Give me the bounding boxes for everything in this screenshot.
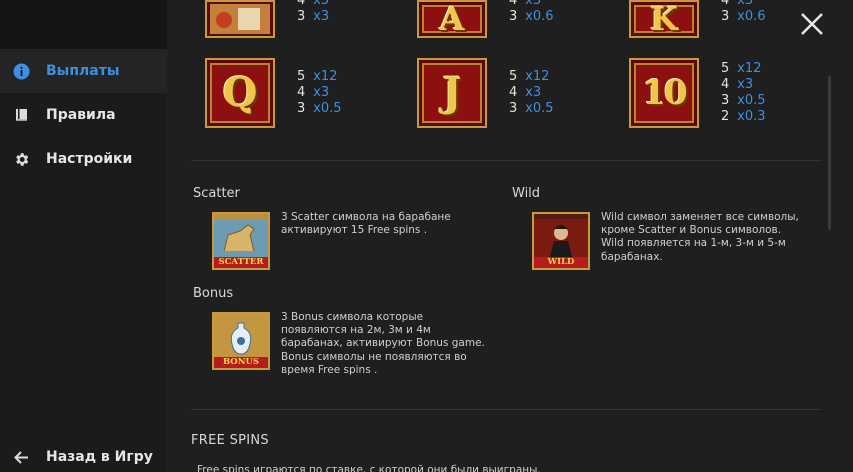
sidebar-item-payouts[interactable]: Выплаты bbox=[0, 49, 167, 93]
bonus-title: Bonus bbox=[193, 286, 234, 301]
close-icon bbox=[801, 13, 823, 35]
scatter-description: 3 Scatter символа на барабане активируют… bbox=[281, 211, 451, 237]
sidebar-item-label: Настройки bbox=[46, 151, 133, 167]
bonus-symbol: BONUS bbox=[212, 312, 270, 370]
symbol-J: J bbox=[417, 58, 487, 128]
paytable-Q: 5 x12 4 x3 3 x0.5 bbox=[297, 69, 342, 116]
back-to-game-button[interactable]: Назад в Игру bbox=[0, 435, 167, 472]
book-icon bbox=[13, 107, 30, 124]
divider bbox=[191, 160, 822, 161]
bonus-badge: BONUS bbox=[214, 357, 268, 368]
scatter-title: Scatter bbox=[193, 186, 240, 201]
back-to-game-label: Назад в Игру bbox=[46, 449, 153, 465]
scatter-badge: SCATTER bbox=[214, 257, 268, 268]
free-spins-title: FREE SPINS bbox=[191, 433, 269, 448]
warrior-icon bbox=[534, 219, 588, 257]
wild-symbol: WILD bbox=[532, 212, 590, 270]
paytable-10: 5 x12 4 x3 3 x0.5 2 x0.3 bbox=[721, 61, 766, 124]
sidebar: Выплаты Правила Настройки Назад в Игру bbox=[0, 0, 167, 472]
paytable-top-1: 4 x5 3 x3 bbox=[297, 0, 330, 24]
paytable-top-3: 4 x3 3 x0.6 bbox=[721, 0, 766, 24]
paytable-screen: Выплаты Правила Настройки Назад в Игру 4… bbox=[0, 0, 853, 472]
sidebar-item-settings[interactable]: Настройки bbox=[0, 137, 167, 181]
wild-title: Wild bbox=[512, 186, 541, 201]
arrow-left-icon bbox=[13, 449, 30, 466]
sidebar-item-rules[interactable]: Правила bbox=[0, 93, 167, 137]
wall-picture-icon bbox=[210, 4, 270, 34]
sidebar-header bbox=[0, 0, 167, 49]
paytable-J: 5 x12 4 x3 3 x0.5 bbox=[509, 69, 554, 116]
wild-badge: WILD bbox=[534, 257, 588, 268]
vase-icon bbox=[214, 319, 268, 357]
scatter-symbol: SCATTER bbox=[212, 212, 270, 270]
sidebar-item-label: Правила bbox=[46, 107, 116, 123]
horse-icon bbox=[214, 219, 268, 257]
symbol-A: A bbox=[417, 0, 487, 38]
close-button[interactable] bbox=[798, 10, 826, 38]
symbol-wall-tile bbox=[205, 0, 275, 38]
symbol-10: 10 bbox=[629, 58, 699, 128]
scrollbar[interactable] bbox=[828, 76, 831, 230]
symbol-K: K bbox=[629, 0, 699, 38]
info-icon bbox=[13, 63, 30, 80]
sidebar-item-label: Выплаты bbox=[46, 63, 120, 79]
wild-description: Wild символ заменяет все символы, кроме … bbox=[601, 211, 799, 263]
divider bbox=[191, 409, 822, 410]
paytable-top-2: 4 x3 3 x0.6 bbox=[509, 0, 554, 24]
symbol-Q: Q bbox=[205, 58, 275, 128]
gear-icon bbox=[13, 151, 30, 168]
free-spins-description: Free spins играются по ставке, с которой… bbox=[197, 464, 541, 472]
bonus-description: 3 Bonus символа которые появляются на 2м… bbox=[281, 311, 485, 376]
